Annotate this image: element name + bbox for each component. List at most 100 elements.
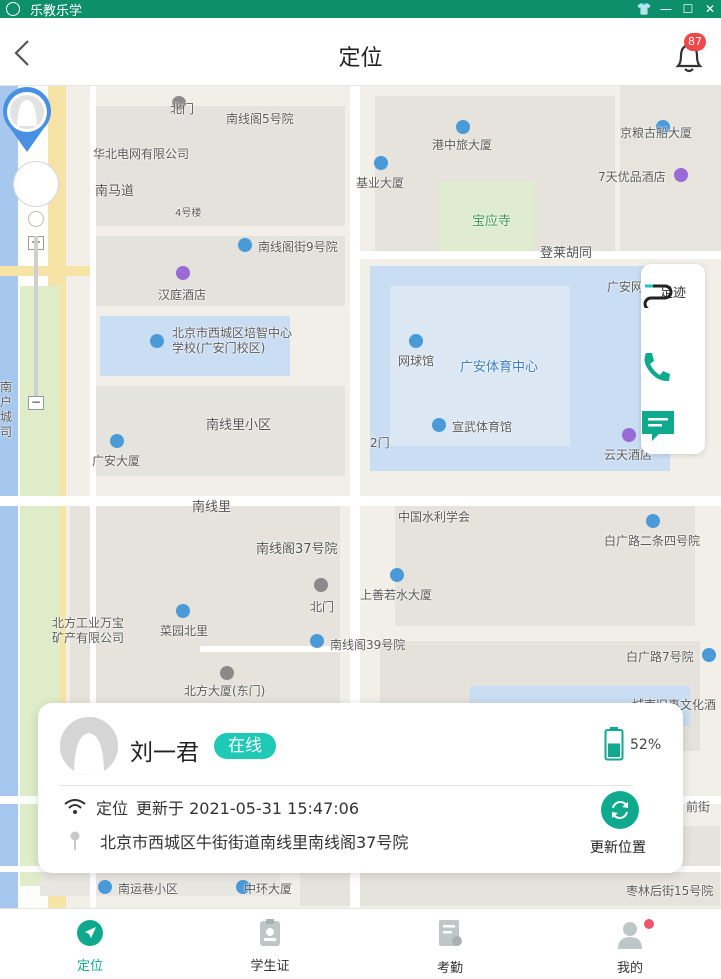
map-label: 登莱胡同: [540, 246, 593, 261]
battery-percent: 52%: [630, 737, 662, 753]
navigation-icon: [77, 920, 103, 946]
map-label: 中环大厦: [244, 882, 293, 896]
location-pin-icon[interactable]: [0, 86, 54, 154]
map-pan-control[interactable]: [13, 161, 59, 207]
attendance-icon: [439, 920, 462, 946]
map-label: 京粮古船大厦: [620, 126, 693, 140]
refresh-icon: [612, 800, 628, 820]
zoom-slider[interactable]: [34, 236, 38, 396]
poi-marker: [176, 604, 190, 618]
map-label: 白广路7号院: [626, 650, 694, 664]
map-label: 2门: [370, 436, 390, 450]
shirt-icon[interactable]: 👕: [633, 2, 655, 16]
message-icon: [642, 411, 674, 441]
minimize-icon[interactable]: —: [655, 2, 677, 16]
poi-marker: [702, 648, 716, 662]
track-button[interactable]: 足迹: [641, 280, 705, 308]
map-label: 港中旅大厦: [432, 138, 493, 152]
avatar-placeholder-icon: [60, 717, 118, 775]
student-name: 刘一君: [130, 740, 199, 766]
close-icon[interactable]: ✕: [699, 2, 721, 16]
map-pin-icon: [70, 831, 80, 850]
poi-marker: [98, 880, 112, 894]
notification-badge: 87: [684, 33, 706, 51]
map-label: 广安体育中心: [460, 360, 539, 375]
map-label: 中国水利学会: [398, 510, 471, 524]
map-label: 网球馆: [398, 354, 435, 368]
map-label: 汉庭酒店: [158, 288, 207, 302]
tab-label: 学生证: [250, 959, 290, 974]
map-label: 宣武体育馆: [452, 420, 513, 434]
location-prefix: 定位: [96, 799, 129, 818]
map-label: 南线里小区: [206, 418, 272, 433]
map-label: 广安大厦: [92, 454, 141, 468]
wifi-icon: [64, 799, 86, 814]
map-label: 白广路二条四号院: [604, 534, 701, 548]
map-label: 南马道: [95, 184, 135, 199]
map-label: 4号楼: [175, 208, 202, 219]
poi-marker: [646, 514, 660, 528]
address-text: 北京市西城区牛街街道南线里南线阁37号院: [100, 833, 409, 852]
map-label: 菜园北里: [160, 624, 209, 638]
map-label: 7天优品酒店: [598, 170, 666, 184]
map-label: 枣林后街15号院: [626, 884, 714, 898]
tab-label: 我的: [616, 961, 643, 976]
map-label: 广安网: [607, 280, 644, 294]
map-label: 基业大厦: [356, 176, 405, 190]
avatar: [60, 717, 118, 775]
poi-marker: [432, 418, 446, 432]
bottom-tab-bar: 定位 学生证 考勤 我的: [0, 908, 721, 979]
map-label: 华北电网有限公司: [93, 147, 190, 161]
map-label: 北方大厦(东门): [184, 684, 266, 698]
map-label: 前街: [686, 800, 711, 814]
notification-dot: [644, 919, 654, 929]
map-locate-icon[interactable]: [28, 211, 44, 227]
poi-marker: [220, 666, 234, 680]
refresh-location-button[interactable]: [601, 791, 639, 829]
map-label: 南线阁37号院: [256, 542, 338, 557]
map-label: 南线阁5号院: [226, 112, 294, 126]
address-row: 北京市西城区牛街街道南线里南线阁37号院: [64, 829, 408, 853]
card-divider: [60, 785, 633, 786]
location-update-row: 定位 更新于 2021-05-31 15:47:06: [64, 795, 359, 819]
poi-marker: [314, 578, 328, 592]
page-title: 定位: [338, 46, 383, 71]
map-label: 宝应寺: [472, 214, 512, 229]
poi-marker: [674, 168, 688, 182]
map-label: 北京市西城区培智中心学校(广安门校区): [172, 326, 293, 355]
refresh-location-label[interactable]: 更新位置: [590, 837, 646, 857]
window-titlebar: 乐教乐学 👕 — ☐ ✕: [0, 0, 721, 19]
status-badge: 在线: [214, 733, 276, 759]
tab-me[interactable]: 我的: [590, 919, 670, 976]
student-card-icon: [260, 919, 280, 946]
map-side-actions: 足迹: [641, 264, 705, 454]
poi-marker: [409, 334, 423, 348]
tab-label: 考勤: [436, 961, 463, 976]
footprint-icon: [643, 284, 673, 308]
map-label: 上善若水大厦: [360, 588, 433, 602]
update-time: 更新于 2021-05-31 15:47:06: [136, 799, 360, 818]
student-info-card: 刘一君 在线 52% 定位 更新于 2021-05-31 15:47:06 北京…: [38, 703, 683, 873]
map-label: 北门: [170, 102, 195, 116]
tab-student-card[interactable]: 学生证: [230, 919, 310, 974]
poi-marker: [622, 428, 636, 442]
map-label: 南户城司: [0, 380, 13, 439]
app-logo-icon: [6, 2, 20, 16]
zoom-out-button[interactable]: −: [28, 396, 44, 410]
tab-location[interactable]: 定位: [50, 919, 130, 974]
map-label: 南运巷小区: [118, 882, 179, 896]
poi-marker: [110, 434, 124, 448]
poi-marker: [374, 156, 388, 170]
map-label: 北门: [310, 600, 335, 614]
maximize-icon[interactable]: ☐: [677, 2, 699, 16]
poi-marker: [390, 568, 404, 582]
poi-marker: [238, 238, 252, 252]
tab-label: 定位: [76, 959, 103, 974]
tab-attendance[interactable]: 考勤: [410, 919, 490, 976]
poi-marker: [310, 634, 324, 648]
user-icon: [618, 922, 642, 949]
map-label: 北方工业万宝矿产有限公司: [52, 616, 125, 645]
battery-icon: [604, 727, 624, 761]
poi-marker: [150, 334, 164, 348]
map-label: 南线里: [192, 500, 232, 515]
